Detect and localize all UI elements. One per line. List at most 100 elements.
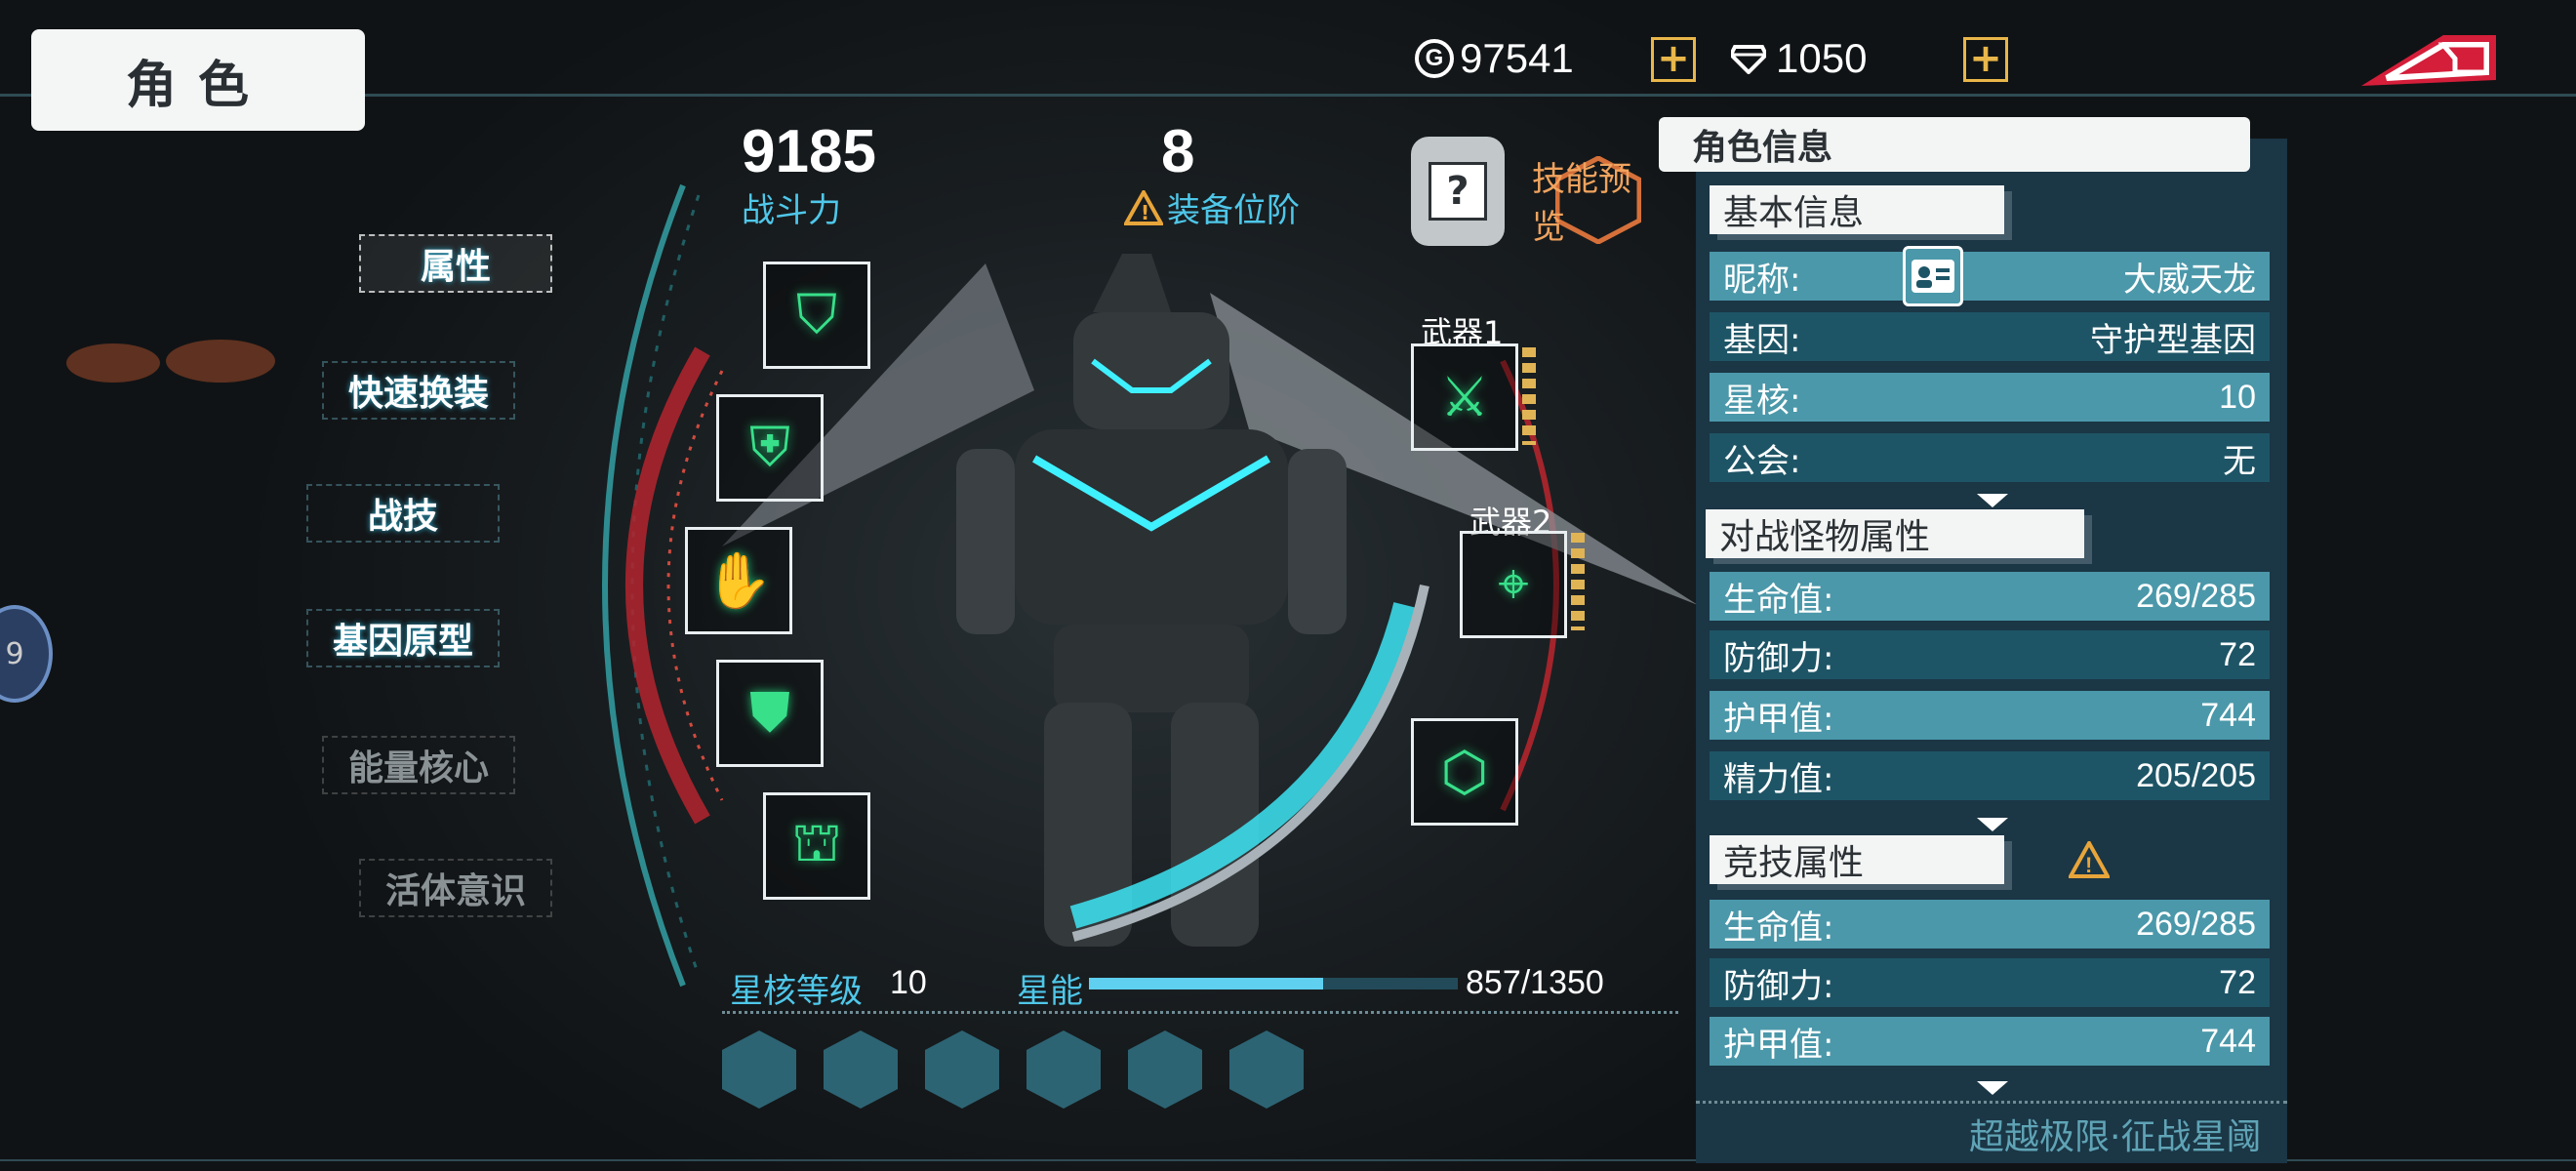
svg-text:!: ! (2085, 853, 2092, 877)
row-pve-armor: 护甲值: 744 (1710, 691, 2270, 740)
weapon2-icon: ⌖ (1498, 552, 1529, 616)
combat-power-value: 9185 (742, 118, 876, 185)
expand-arrow-icon[interactable] (1977, 818, 2008, 831)
row-label: 生命值: (1723, 908, 1834, 948)
row-pvp-armor: 护甲值: 744 (1710, 1017, 2270, 1066)
equip-tier: ! 装备位阶 (1124, 183, 1300, 231)
pvp-attributes-tag: 竞技属性 (1710, 835, 2004, 884)
nav-label: 能量核心 (347, 748, 489, 788)
equip-slot-weapon2[interactable]: ⌖ (1460, 531, 1567, 638)
nav-label: 战技 (367, 497, 438, 537)
diamond-icon (1731, 45, 1766, 74)
row-label: 防御力: (1723, 966, 1834, 1006)
equip-slot-relic[interactable]: ⬡ (1411, 718, 1518, 826)
row-pvp-defense: 防御力: 72 (1710, 958, 2270, 1007)
row-value: 守护型基因 (2090, 321, 2256, 359)
pet-silhouette-icon (66, 340, 275, 383)
equip-slot-legs[interactable]: ⛫ (763, 792, 870, 900)
star-energy-value: 857/1350 (1466, 964, 1604, 1001)
star-core-slot[interactable] (1229, 1030, 1304, 1109)
page-title: 角色 (31, 29, 365, 131)
expand-arrow-icon[interactable] (1977, 494, 2008, 507)
row-label: 护甲值: (1723, 1025, 1834, 1065)
star-energy-bar (1089, 978, 1458, 989)
side-orb-button[interactable]: 9 (0, 605, 53, 703)
contact-card-icon (1912, 260, 1954, 293)
row-label: 护甲值: (1723, 699, 1834, 739)
row-value: 205/205 (2136, 756, 2256, 794)
profile-card-button[interactable] (1903, 246, 1963, 306)
row-value: 269/285 (2136, 577, 2256, 615)
row-label: 昵称: (1723, 260, 1801, 300)
equip-slot-helmet[interactable]: ⛉ (763, 262, 870, 369)
nav-item-energy-core[interactable]: 能量核心 (322, 736, 515, 794)
weapon1-icon: ⚔ (1439, 365, 1490, 429)
nav-label: 基因原型 (332, 622, 473, 662)
gem-amount: 1050 (1776, 35, 1868, 81)
leg-icon: ⛫ (791, 811, 842, 874)
belt-icon: ⛊ (749, 681, 790, 745)
row-value: 744 (2200, 696, 2256, 734)
mystery-item-button[interactable]: ? (1411, 137, 1505, 246)
nav-item-quick-change[interactable]: 快速换装 (322, 361, 515, 420)
gold-amount: 97541 (1460, 35, 1574, 81)
row-label: 防御力: (1723, 638, 1834, 678)
add-gem-button[interactable]: + (1963, 37, 2008, 82)
nav-item-combat-skill[interactable]: 战技 (306, 484, 500, 543)
row-pve-defense: 防御力: 72 (1710, 630, 2270, 679)
star-core-slots (722, 1030, 1304, 1109)
nav-item-living-consciousness[interactable]: 活体意识 (359, 859, 552, 917)
helmet-icon: ⛉ (796, 283, 837, 346)
svg-text:!: ! (1141, 201, 1149, 224)
equip-tier-label: 装备位阶 (1167, 191, 1300, 230)
expand-arrow-icon[interactable] (1977, 1081, 2008, 1095)
equip-slot-chest[interactable]: ⛨ (716, 394, 824, 502)
nav-label: 属性 (420, 247, 491, 287)
star-core-slot[interactable] (1026, 1030, 1101, 1109)
row-value: 269/285 (2136, 905, 2256, 943)
energy-divider (722, 1011, 1678, 1014)
combat-power-label: 战斗力 (742, 191, 841, 230)
star-energy-label: 星能 (1017, 972, 1083, 1011)
weapon2-ammo-gauge (1571, 533, 1585, 630)
warning-icon: ! (1124, 189, 1163, 225)
row-label: 公会: (1723, 441, 1801, 481)
equip-slot-belt[interactable]: ⛊ (716, 660, 824, 767)
gold-coin-icon: G (1415, 39, 1454, 78)
top-divider (0, 94, 2576, 97)
row-pvp-hp: 生命值: 269/285 (1710, 900, 2270, 949)
relic-icon: ⬡ (1440, 740, 1489, 804)
row-value: 744 (2200, 1022, 2256, 1060)
question-mark-icon: ? (1429, 162, 1487, 221)
equip-slot-glove[interactable]: ✋ (685, 527, 792, 634)
panel-title: 角色信息 (1659, 117, 2250, 172)
star-core-slot[interactable] (722, 1030, 796, 1109)
row-label: 精力值: (1723, 759, 1834, 799)
row-label: 基因: (1723, 320, 1801, 360)
star-energy-fill (1089, 978, 1324, 989)
panel-divider (1696, 1101, 2287, 1104)
nav-item-attributes[interactable]: 属性 (359, 234, 552, 293)
skill-preview-label: 技能预览 (1532, 160, 1631, 247)
row-label: 星核: (1723, 381, 1801, 421)
row-value: 72 (2219, 963, 2256, 1001)
row-guild: 公会: 无 (1710, 433, 2270, 482)
pvp-warning-icon: ! (2069, 841, 2110, 878)
slogan-text: 超越极限·征战星阈 (1969, 1117, 2262, 1157)
gold-currency: G 97541 (1415, 29, 1574, 88)
nav-label: 活体意识 (384, 871, 526, 911)
star-core-slot[interactable] (824, 1030, 898, 1109)
add-gold-button[interactable]: + (1651, 37, 1696, 82)
nav-item-gene-prototype[interactable]: 基因原型 (306, 609, 500, 667)
star-level-value: 10 (890, 964, 927, 1001)
back-button[interactable] (2361, 29, 2496, 86)
star-core-slot[interactable] (925, 1030, 999, 1109)
row-pve-energy: 精力值: 205/205 (1710, 751, 2270, 800)
star-core-slot[interactable] (1128, 1030, 1202, 1109)
nav-label: 快速换装 (347, 374, 489, 414)
row-value: 10 (2219, 378, 2256, 416)
skill-preview-button[interactable]: 技能预览 (1532, 156, 1659, 247)
row-star-core: 星核: 10 (1710, 373, 2270, 422)
weapon1-ammo-gauge (1522, 347, 1536, 445)
equip-slot-weapon1[interactable]: ⚔ (1411, 343, 1518, 451)
